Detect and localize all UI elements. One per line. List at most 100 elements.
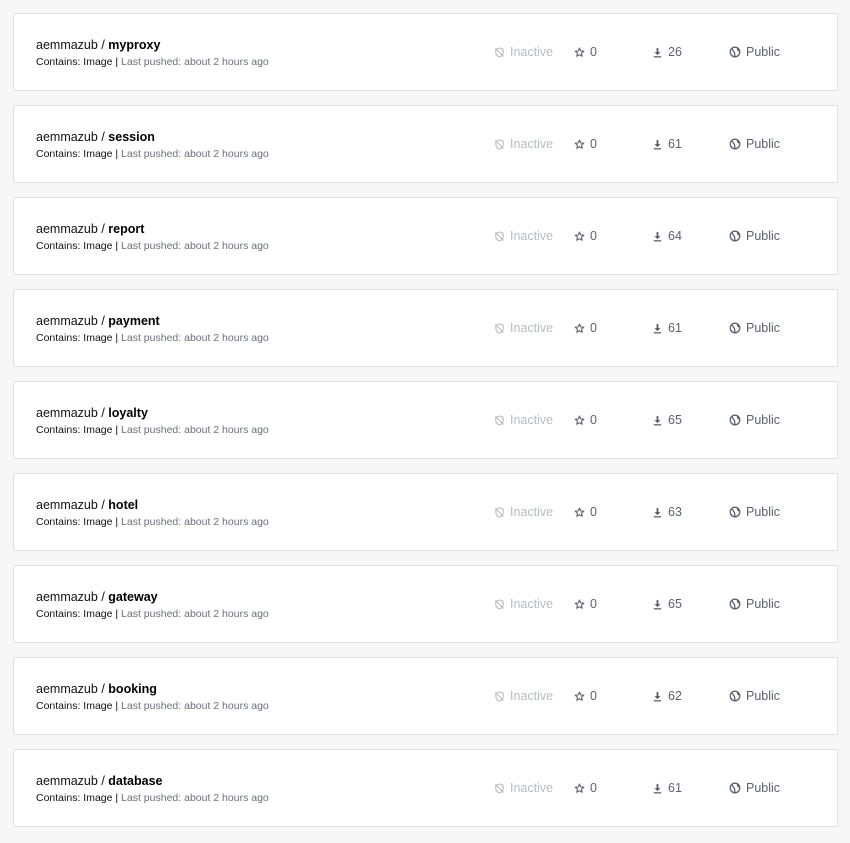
repository-owner: aemmazub [36, 682, 98, 696]
pull-count: 63 [652, 504, 682, 520]
star-icon [574, 47, 590, 58]
star-count-value: 0 [590, 137, 597, 151]
visibility-text: Public [746, 505, 781, 519]
repository-name[interactable]: aemmazub / session [36, 129, 155, 145]
contains-value: Image [83, 56, 113, 68]
pull-count-value: 61 [668, 321, 682, 335]
visibility-indicator: Public [729, 504, 780, 520]
star-count[interactable]: 0 [574, 136, 597, 152]
repository-row[interactable]: aemmazub / report Contains: Image | Last… [13, 197, 838, 275]
star-count[interactable]: 0 [574, 44, 597, 60]
name-separator: / [101, 130, 105, 144]
repository-name[interactable]: aemmazub / gateway [36, 589, 158, 605]
visibility-text: Public [746, 597, 781, 611]
status-text: Inactive [510, 781, 554, 795]
repository-name[interactable]: aemmazub / database [36, 773, 163, 789]
visibility-indicator: Public [729, 136, 780, 152]
repository-list: aemmazub / myproxy Contains: Image | Las… [13, 13, 838, 827]
repository-title: session [108, 130, 155, 144]
pull-count-value: 64 [668, 229, 682, 243]
last-pushed-value: about 2 hours ago [184, 424, 269, 436]
status-text: Inactive [510, 413, 554, 427]
last-pushed-label: Last pushed: [121, 700, 182, 712]
pull-count-value: 65 [668, 413, 682, 427]
inactive-shield-icon [494, 138, 510, 150]
repository-row[interactable]: aemmazub / hotel Contains: Image | Last … [13, 473, 838, 551]
contains-value: Image [83, 608, 113, 620]
download-icon [652, 599, 668, 610]
star-count[interactable]: 0 [574, 320, 597, 336]
repository-row[interactable]: aemmazub / database Contains: Image | La… [13, 749, 838, 827]
status-indicator: Inactive [494, 688, 553, 704]
meta-pipe: | [115, 148, 119, 160]
download-icon [652, 139, 668, 150]
star-count[interactable]: 0 [574, 228, 597, 244]
globe-icon [729, 230, 746, 242]
status-text: Inactive [510, 321, 554, 335]
repository-title: database [108, 774, 163, 788]
visibility-text: Public [746, 689, 781, 703]
repository-owner: aemmazub [36, 406, 98, 420]
status-text: Inactive [510, 597, 554, 611]
repository-row[interactable]: aemmazub / gateway Contains: Image | Las… [13, 565, 838, 643]
last-pushed-label: Last pushed: [121, 424, 182, 436]
repository-row[interactable]: aemmazub / payment Contains: Image | Las… [13, 289, 838, 367]
contains-value: Image [83, 424, 113, 436]
last-pushed-label: Last pushed: [121, 56, 182, 68]
repository-row[interactable]: aemmazub / myproxy Contains: Image | Las… [13, 13, 838, 91]
last-pushed-label: Last pushed: [121, 332, 182, 344]
repository-meta: Contains: Image | Last pushed: about 2 h… [36, 791, 269, 805]
name-separator: / [101, 682, 105, 696]
name-separator: / [101, 590, 105, 604]
repository-name[interactable]: aemmazub / report [36, 221, 144, 237]
pull-count-value: 61 [668, 137, 682, 151]
star-count[interactable]: 0 [574, 780, 597, 796]
globe-icon [729, 138, 746, 150]
star-icon [574, 783, 590, 794]
star-count-value: 0 [590, 689, 597, 703]
status-text: Inactive [510, 45, 554, 59]
star-icon [574, 691, 590, 702]
inactive-shield-icon [494, 414, 510, 426]
last-pushed-label: Last pushed: [121, 148, 182, 160]
star-icon [574, 323, 590, 334]
repository-name[interactable]: aemmazub / myproxy [36, 37, 160, 53]
contains-label: Contains: [36, 700, 81, 712]
status-text: Inactive [510, 229, 554, 243]
star-count[interactable]: 0 [574, 412, 597, 428]
repository-owner: aemmazub [36, 590, 98, 604]
globe-icon [729, 598, 746, 610]
visibility-indicator: Public [729, 412, 780, 428]
repository-owner: aemmazub [36, 498, 98, 512]
repository-row[interactable]: aemmazub / booking Contains: Image | Las… [13, 657, 838, 735]
last-pushed-value: about 2 hours ago [184, 516, 269, 528]
pull-count: 61 [652, 780, 682, 796]
repository-name[interactable]: aemmazub / hotel [36, 497, 138, 513]
visibility-text: Public [746, 137, 781, 151]
repository-name[interactable]: aemmazub / loyalty [36, 405, 148, 421]
meta-pipe: | [115, 608, 119, 620]
repository-row[interactable]: aemmazub / session Contains: Image | Las… [13, 105, 838, 183]
status-indicator: Inactive [494, 412, 553, 428]
star-count[interactable]: 0 [574, 688, 597, 704]
repository-name[interactable]: aemmazub / booking [36, 681, 157, 697]
pull-count: 65 [652, 596, 682, 612]
repository-meta: Contains: Image | Last pushed: about 2 h… [36, 239, 269, 253]
contains-value: Image [83, 792, 113, 804]
status-indicator: Inactive [494, 136, 553, 152]
globe-icon [729, 782, 746, 794]
star-count[interactable]: 0 [574, 596, 597, 612]
star-count[interactable]: 0 [574, 504, 597, 520]
meta-pipe: | [115, 516, 119, 528]
repository-row[interactable]: aemmazub / loyalty Contains: Image | Las… [13, 381, 838, 459]
repository-title: hotel [108, 498, 139, 512]
star-count-value: 0 [590, 45, 597, 59]
repository-owner: aemmazub [36, 314, 98, 328]
download-icon [652, 47, 668, 58]
repository-name[interactable]: aemmazub / payment [36, 313, 160, 329]
inactive-shield-icon [494, 46, 510, 58]
inactive-shield-icon [494, 598, 510, 610]
last-pushed-label: Last pushed: [121, 516, 182, 528]
inactive-shield-icon [494, 782, 510, 794]
repository-meta: Contains: Image | Last pushed: about 2 h… [36, 331, 269, 345]
